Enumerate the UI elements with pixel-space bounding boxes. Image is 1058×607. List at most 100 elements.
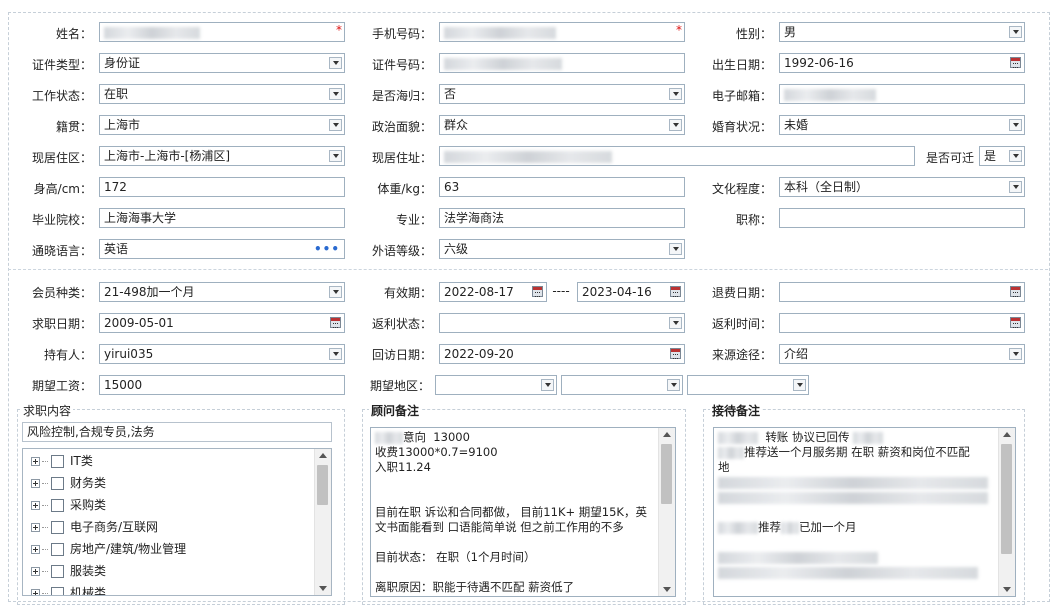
expected-salary-input[interactable]: 15000 — [99, 375, 345, 395]
language-label: 通晓语言： — [31, 244, 92, 258]
validity-end-input[interactable]: 2023-04-16 — [577, 282, 685, 302]
relocate-select[interactable]: 是 — [979, 146, 1025, 166]
job-title-input[interactable] — [779, 208, 1025, 228]
checkbox[interactable] — [51, 499, 64, 512]
validity-start-input[interactable]: 2022-08-17 — [439, 282, 547, 302]
lang-level-select[interactable]: 六级 — [439, 239, 685, 259]
height-input[interactable]: 172 — [99, 177, 345, 197]
reception-notes-title: 接待备注 — [710, 402, 763, 419]
chevron-down-icon[interactable] — [669, 119, 682, 131]
education-select[interactable]: 本科（全日制） — [779, 177, 1025, 197]
tree-node[interactable]: IT类 — [23, 450, 331, 472]
email-label: 电子邮箱： — [711, 89, 772, 103]
more-options-icon[interactable]: ••• — [314, 240, 340, 258]
advisor-notes-textarea[interactable]: 意向 13000 收费13000*0.7=9100 入职11.24 目前在职 诉讼和合… — [370, 427, 676, 597]
checkbox[interactable] — [51, 477, 64, 490]
expand-icon[interactable] — [31, 589, 40, 595]
rebate-status-select[interactable] — [439, 313, 685, 333]
major-input[interactable]: 法学海商法 — [439, 208, 685, 228]
chevron-down-icon[interactable] — [329, 150, 342, 162]
expand-icon[interactable] — [31, 545, 40, 554]
chevron-down-icon[interactable] — [793, 379, 806, 391]
returnee-select[interactable]: 否 — [439, 84, 685, 104]
tree-node[interactable]: 机械类 — [23, 582, 331, 595]
calendar-icon[interactable] — [532, 286, 543, 297]
chevron-down-icon[interactable] — [329, 57, 342, 69]
calendar-icon[interactable] — [1010, 317, 1021, 328]
birth-date-input[interactable]: 1992-06-16 — [779, 53, 1025, 73]
chevron-down-icon[interactable] — [1009, 181, 1022, 193]
calendar-icon[interactable] — [670, 286, 681, 297]
checkbox[interactable] — [51, 565, 64, 578]
chevron-down-icon[interactable] — [1009, 150, 1022, 162]
advisor-note-line: 目前在职 诉讼和合同都做， 目前11K+ 期望15K，英 — [375, 505, 647, 519]
checkbox[interactable] — [51, 543, 64, 556]
tree-connector — [42, 505, 48, 506]
expand-icon[interactable] — [31, 523, 40, 532]
phone-input[interactable]: * — [439, 22, 685, 42]
address-input[interactable] — [439, 146, 915, 166]
chevron-down-icon[interactable] — [1009, 119, 1022, 131]
chevron-down-icon[interactable] — [667, 379, 680, 391]
reception-notes-textarea[interactable]: 转账 协议已回传 推荐送一个月服务期 在职 薪资和岗位不匹配 地 推荐 已加一个月 — [713, 427, 1016, 597]
holder-select[interactable]: yirui035 — [99, 344, 345, 364]
calendar-icon[interactable] — [330, 317, 341, 328]
id-type-select[interactable]: 身份证 — [99, 53, 345, 73]
chevron-down-icon[interactable] — [329, 88, 342, 100]
expected-area-district-select[interactable] — [687, 375, 809, 395]
id-number-input[interactable] — [439, 53, 685, 73]
id-number-label: 证件号码： — [371, 58, 432, 72]
chevron-down-icon[interactable] — [329, 119, 342, 131]
id-number-redacted — [444, 57, 562, 70]
checkbox[interactable] — [51, 455, 64, 468]
visit-date-input[interactable]: 2022-09-20 — [439, 344, 685, 364]
tree-scrollbar[interactable] — [314, 449, 331, 595]
chevron-down-icon[interactable] — [329, 286, 342, 298]
tree-node[interactable]: 房地产/建筑/物业管理 — [23, 538, 331, 560]
expected-area-province-select[interactable] — [435, 375, 557, 395]
political-select[interactable]: 群众 — [439, 115, 685, 135]
native-place-select[interactable]: 上海市 — [99, 115, 345, 135]
chevron-down-icon[interactable] — [541, 379, 554, 391]
tree-node[interactable]: 财务类 — [23, 472, 331, 494]
expected-area-city-select[interactable] — [561, 375, 683, 395]
source-select[interactable]: 介绍 — [779, 344, 1025, 364]
chevron-down-icon[interactable] — [669, 317, 682, 329]
expand-icon[interactable] — [31, 567, 40, 576]
school-input[interactable]: 上海海事大学 — [99, 208, 345, 228]
expand-icon[interactable] — [31, 457, 40, 466]
email-input[interactable] — [779, 84, 1025, 104]
tree-node[interactable]: 电子商务/互联网 — [23, 516, 331, 538]
weight-input[interactable]: 63 — [439, 177, 685, 197]
checkbox[interactable] — [51, 587, 64, 595]
chevron-down-icon[interactable] — [669, 88, 682, 100]
job-date-input[interactable]: 2009-05-01 — [99, 313, 345, 333]
chevron-down-icon[interactable] — [1009, 348, 1022, 360]
chevron-down-icon[interactable] — [669, 243, 682, 255]
gender-select[interactable]: 男 — [779, 22, 1025, 42]
refund-date-input[interactable] — [779, 282, 1025, 302]
checkbox[interactable] — [51, 521, 64, 534]
job-content-selected[interactable]: 风险控制,合规专员,法务 — [22, 422, 332, 442]
calendar-icon[interactable] — [670, 348, 681, 359]
chevron-down-icon[interactable] — [1009, 26, 1022, 38]
marital-select[interactable]: 未婚 — [779, 115, 1025, 135]
name-input[interactable]: * — [99, 22, 345, 42]
expand-icon[interactable] — [31, 501, 40, 510]
tree-node[interactable]: 采购类 — [23, 494, 331, 516]
calendar-icon[interactable] — [1010, 57, 1021, 68]
job-category-tree[interactable]: IT类 财务类 采购类 电子商务/互联网 房地产/建筑/物业管理 服装类 机械类 — [22, 448, 332, 596]
rebate-time-input[interactable] — [779, 313, 1025, 333]
advisor-note-line — [375, 490, 655, 505]
advisor-notes-scrollbar[interactable] — [658, 428, 675, 596]
expand-icon[interactable] — [31, 479, 40, 488]
residence-area-select[interactable]: 上海市-上海市-[杨浦区] — [99, 146, 345, 166]
reception-notes-scrollbar[interactable] — [998, 428, 1015, 596]
member-type-select[interactable]: 21-498加一个月 — [99, 282, 345, 302]
language-input[interactable]: 英语 ••• — [99, 239, 345, 259]
work-status-select[interactable]: 在职 — [99, 84, 345, 104]
tree-node[interactable]: 服装类 — [23, 560, 331, 582]
political-value: 群众 — [444, 118, 469, 132]
calendar-icon[interactable] — [1010, 286, 1021, 297]
chevron-down-icon[interactable] — [329, 348, 342, 360]
